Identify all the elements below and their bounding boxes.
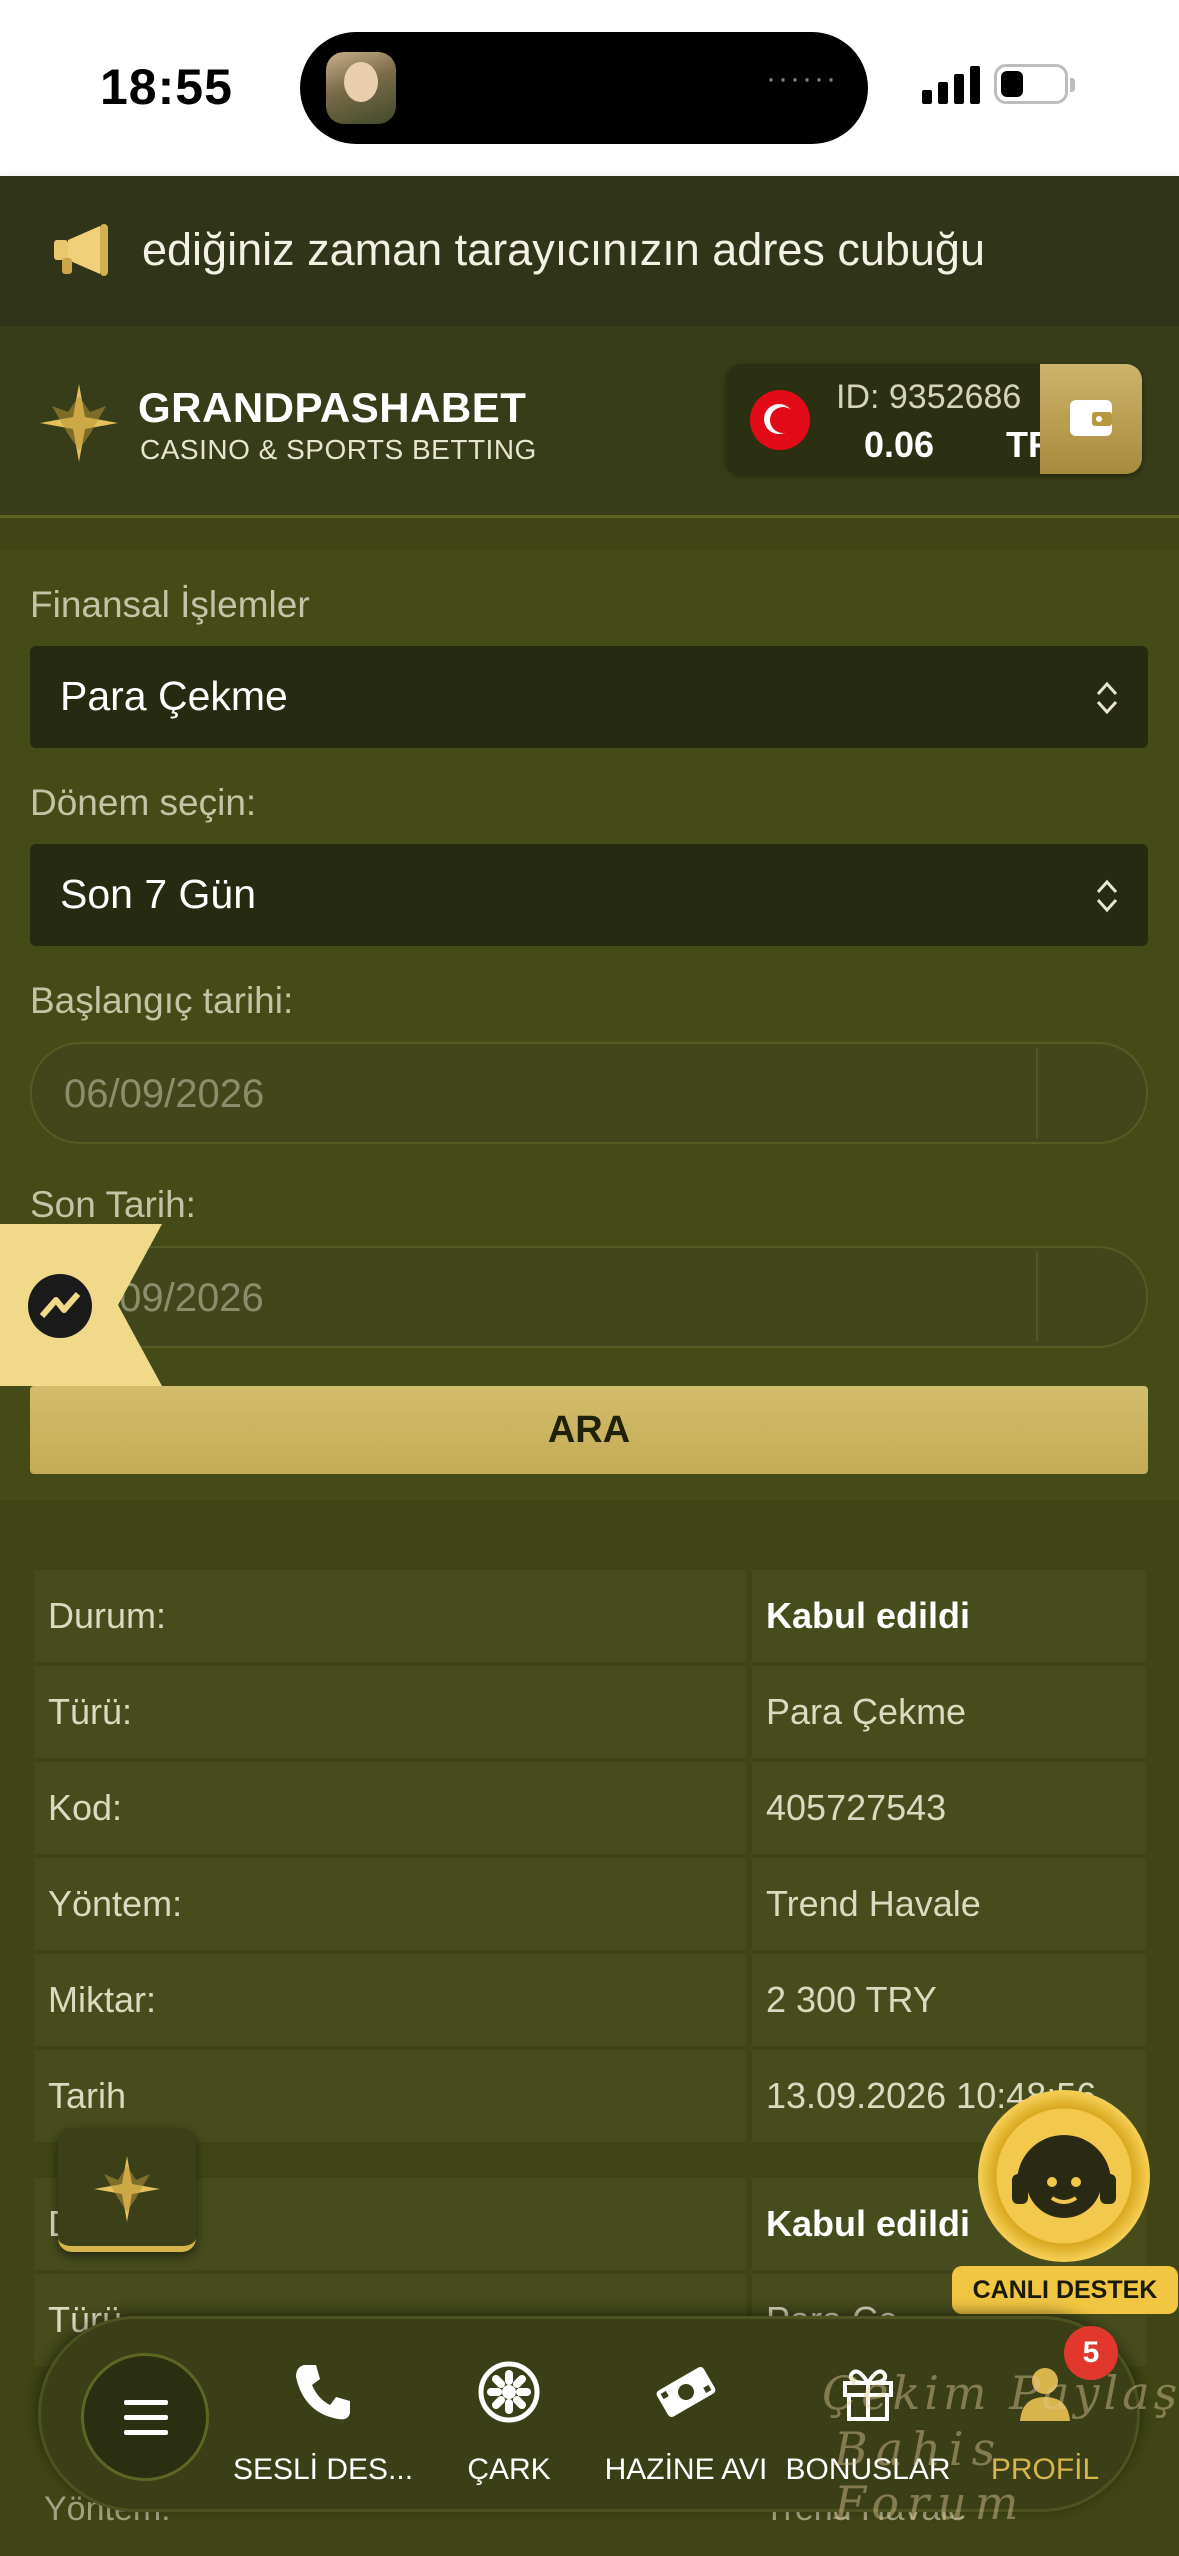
code-label: Kod: — [34, 1762, 746, 1854]
period-select[interactable]: Son 7 Gün — [30, 844, 1148, 946]
floating-home-button[interactable] — [58, 2128, 196, 2252]
battery-icon — [994, 64, 1075, 104]
forum-watermark: Çekim Paylaş Bahis Forum — [822, 2366, 1179, 2530]
period-label: Dönem seçin: — [30, 782, 257, 823]
amount-label: Miktar: — [34, 1954, 746, 2046]
start-date-input[interactable]: 06/09/2026 — [30, 1042, 1148, 1144]
announcement-text: ediğiniz zaman tarayıcınızın adres cubuğ… — [142, 224, 985, 275]
start-date-label: Başlangıç tarihi: — [30, 980, 294, 1021]
status-label: Durum: — [34, 1570, 746, 1662]
account-id: ID: 9352686 — [836, 378, 1022, 416]
brand-name[interactable]: GRANDPASHABET — [138, 384, 526, 432]
financial-operations-label: Finansal İşlemler — [30, 584, 310, 625]
transaction-row: Miktar: 2 300 TRY — [34, 1954, 1146, 2050]
hamburger-icon — [124, 2400, 168, 2436]
phone-icon — [296, 2365, 350, 2420]
support-agent-icon — [978, 2090, 1150, 2262]
method-value: Trend Havale — [752, 1858, 1146, 1950]
dynamic-island: ······ — [300, 32, 868, 144]
messenger-chat-button[interactable] — [0, 1224, 162, 1386]
nav-item-wheel[interactable]: ÇARK — [429, 2349, 589, 2499]
brand-star-icon — [94, 2156, 160, 2222]
now-playing-thumbnail — [326, 52, 396, 124]
wheel-icon — [478, 2361, 540, 2423]
wallet-icon — [1070, 400, 1112, 436]
nav-label: SESLİ DES... — [232, 2453, 414, 2486]
nav-label: HAZİNE AVI — [604, 2453, 768, 2486]
method-label: Yöntem: — [34, 1858, 746, 1950]
megaphone-icon — [54, 224, 108, 276]
end-date-label: Son Tarih: — [30, 1184, 196, 1225]
period-value: Son 7 Gün — [60, 871, 257, 917]
watermark-line-2: Bahis Forum — [834, 2422, 1027, 2530]
watermark-line-1: Çekim Paylaş — [822, 2366, 1179, 2420]
select-arrows-icon — [1096, 879, 1118, 913]
type-value: Para Çekme — [752, 1666, 1146, 1758]
financial-operations-select[interactable]: Para Çekme — [30, 646, 1148, 748]
amount-value: 2 300 TRY — [752, 1954, 1146, 2046]
start-date-value: 06/09/2026 — [64, 1072, 265, 1116]
turkey-flag-icon — [750, 390, 810, 450]
wallet-button[interactable] — [1040, 364, 1142, 474]
date-picker-divider — [1036, 1048, 1038, 1138]
ios-status-bar: 18:55 ······ — [0, 0, 1179, 176]
date-picker-divider — [1036, 1252, 1038, 1342]
money-icon — [656, 2366, 716, 2418]
transaction-row: Durum: Kabul edildi — [34, 1570, 1146, 1666]
transaction-row: Kod: 405727543 — [34, 1762, 1146, 1858]
status-value: Kabul edildi — [752, 1570, 1146, 1662]
type-label: Türü: — [34, 1666, 746, 1758]
transaction-card: Durum: Kabul edildi Türü: Para Çekme Kod… — [34, 1570, 1146, 2146]
status-time: 18:55 — [100, 59, 233, 115]
select-arrows-icon — [1096, 681, 1118, 715]
transaction-row: Yöntem: Trend Havale — [34, 1858, 1146, 1954]
account-balance: 0.06 — [864, 424, 935, 465]
cellular-signal-icon — [922, 66, 980, 104]
announcement-bar: ediğiniz zaman tarayıcınızın adres cubuğ… — [0, 176, 1179, 326]
brand-star-icon[interactable] — [38, 382, 120, 464]
search-button[interactable]: ARA — [30, 1386, 1148, 1474]
menu-button[interactable] — [81, 2353, 209, 2481]
island-activity-indicator: ······ — [766, 62, 838, 95]
site-header: GRANDPASHABET CASINO & SPORTS BETTING ID… — [0, 326, 1179, 518]
code-value: 405727543 — [752, 1762, 1146, 1854]
live-support-label: CANLI DESTEK — [952, 2266, 1178, 2314]
financial-operations-value: Para Çekme — [60, 673, 288, 719]
transaction-row: Türü: Para Çekme — [34, 1666, 1146, 1762]
transaction-filter-form: Finansal İşlemler Para Çekme Dönem seçin… — [0, 550, 1179, 1500]
end-date-input[interactable]: /09/2026 — [30, 1246, 1148, 1348]
brand-tagline: CASINO & SPORTS BETTING — [140, 434, 537, 465]
nav-item-voice-support[interactable]: SESLİ DES... — [203, 2349, 443, 2499]
nav-label: ÇARK — [467, 2453, 551, 2486]
live-support-button[interactable]: CANLI DESTEK — [952, 2090, 1178, 2320]
nav-item-treasure-hunt[interactable]: HAZİNE AVI — [589, 2349, 783, 2499]
